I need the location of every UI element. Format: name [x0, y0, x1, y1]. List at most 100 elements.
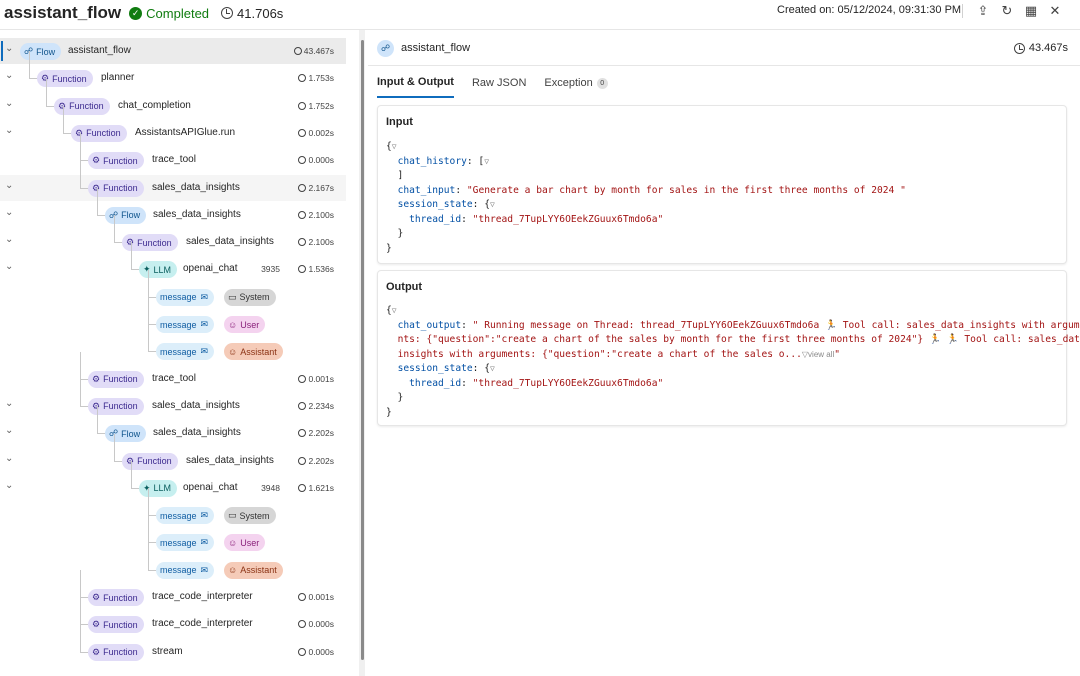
tree-row[interactable]: ⌄ ✦ LLM openai_chat 3948 1.621s: [0, 460, 346, 501]
tab-raw-json[interactable]: Raw JSON: [472, 76, 526, 98]
chevron-down-icon[interactable]: ⌄: [5, 207, 15, 218]
check-circle-icon: ✓: [129, 6, 143, 20]
clock-icon: [298, 238, 307, 247]
duration-text: 2.202s: [308, 455, 334, 466]
tree-row[interactable]: message ✉ ▭ System: [0, 269, 346, 310]
llm-icon: ✦: [143, 482, 151, 493]
mail-icon: ✉: [200, 346, 209, 357]
clock-icon: [298, 265, 307, 274]
chevron-down-icon[interactable]: ⌄: [5, 480, 15, 491]
duration-text: 0.000s: [308, 646, 334, 657]
output-json: {▽ chat_output: " Running message on Thr…: [386, 304, 1080, 420]
chevron-down-icon[interactable]: ⌄: [5, 125, 15, 136]
clock-icon: [298, 374, 307, 383]
tree-row[interactable]: ⚙ Function trace_tool 0.000s: [0, 133, 346, 173]
clock-icon: [1013, 42, 1025, 54]
node-duration: 2.202s: [298, 456, 334, 466]
chevron-down-icon[interactable]: ⌄: [5, 453, 15, 464]
chevron-down-icon[interactable]: ⌄: [5, 262, 15, 272]
selection-indicator: [1, 41, 3, 61]
clock-icon: [298, 429, 307, 438]
collapse-chevron-icon[interactable]: ▽: [490, 364, 495, 373]
tree-row[interactable]: message ✉ ▭ System: [0, 488, 346, 528]
json-value: "thread_7TupLYY6OEekZGuux6Tmdo6a": [472, 377, 664, 389]
chevron-down-icon[interactable]: ⌄: [5, 426, 15, 436]
collapse-chevron-icon[interactable]: ▽: [392, 142, 397, 151]
duration-text: 2.100s: [308, 209, 334, 220]
duration-text: 1.753s: [308, 73, 334, 84]
tree-connector: [148, 515, 149, 544]
tree-row[interactable]: ⌄⚙Functionsales_data_insights2.100s: [0, 215, 346, 255]
tree-row[interactable]: ⌄⚙FunctionAssistantsAPIGlue.run0.002s: [0, 105, 346, 146]
node-duration: 0.000s: [298, 155, 334, 165]
tree-row[interactable]: message ✉ ☺ Assistant: [0, 542, 346, 583]
collapse-chevron-icon[interactable]: ▽: [490, 200, 495, 209]
tree-row[interactable]: ⌄ ☍Flow assistant_flow 43.467s: [0, 38, 346, 64]
tree-row[interactable]: ⌄ ✦ LLM openai_chat 3935 1.536s: [0, 242, 346, 282]
tree-connector: [46, 78, 47, 107]
function-icon: ⚙: [92, 592, 101, 602]
tree-row[interactable]: ⌄ ☍Flow sales_data_insights 2.100s: [0, 187, 346, 228]
node-name: trace_code_interpreter: [152, 618, 253, 630]
mail-icon: ✉: [200, 537, 209, 548]
tree-row[interactable]: ⚙ Function trace_tool 0.001s: [0, 351, 346, 392]
type-label: Function: [103, 647, 138, 658]
mail-icon: ✉: [200, 564, 209, 575]
node-duration: 0.002s: [298, 128, 334, 138]
tree-row[interactable]: message ✉ ☺ Assistant: [0, 324, 346, 364]
tab-exception[interactable]: Exception 0: [544, 76, 608, 98]
refresh-icon[interactable]: ↻: [996, 2, 1018, 20]
tree-row[interactable]: ⌄ ☍Flow sales_data_insights 2.202s: [0, 406, 346, 446]
tree-row[interactable]: ⌄⚙Functionsales_data_insights2.202s: [0, 433, 346, 474]
function-type-badge: ⚙Function: [88, 616, 144, 634]
tree-row[interactable]: ⌄⚙Functionsales_data_insights2.234s: [0, 378, 346, 419]
duration-text: 2.167s: [308, 182, 334, 193]
llm-icon: ✦: [143, 264, 151, 275]
clock-icon: [298, 210, 307, 219]
node-duration: 2.234s: [298, 401, 334, 411]
node-name: sales_data_insights: [186, 454, 274, 466]
collapse-chevron-icon[interactable]: ▽: [392, 306, 397, 315]
tree-connector: [97, 406, 98, 435]
chevron-down-icon[interactable]: ⌄: [5, 44, 15, 54]
chevron-down-icon[interactable]: ⌄: [5, 98, 15, 109]
chevron-down-icon[interactable]: ⌄: [5, 180, 15, 191]
tree-row[interactable]: message ✉ ☺ User: [0, 297, 346, 337]
tree-connector: [131, 460, 132, 489]
share-icon[interactable]: ⇪: [972, 2, 994, 20]
tab-input-output[interactable]: Input & Output: [377, 76, 454, 98]
tree-row[interactable]: ⌄⚙Functionsales_data_insights2.167s: [0, 160, 346, 201]
type-label: Function: [86, 128, 121, 139]
clock-icon: [298, 101, 307, 110]
tree-row[interactable]: ⌄⚙Functionchat_completion1.752s: [0, 78, 346, 119]
chevron-down-icon[interactable]: ⌄: [5, 398, 15, 409]
trace-tree: ⌄☍Flowassistant_flow43.467s⌄⚙Functionpla…: [0, 38, 358, 676]
tree-row[interactable]: ⚙ Function stream 0.000s: [0, 624, 346, 665]
node-duration: 1.536s: [298, 264, 334, 274]
chevron-down-icon[interactable]: ⌄: [5, 71, 15, 81]
tree-row[interactable]: message ✉ ☺ User: [0, 515, 346, 555]
tree-row[interactable]: ⚙ Function trace_code_interpreter 0.001s: [0, 570, 346, 610]
function-icon: ⚙: [92, 619, 101, 630]
person-icon: ☺: [228, 565, 238, 576]
node-name: openai_chat: [183, 481, 238, 493]
tree-connector: [80, 597, 81, 626]
type-label: Function: [103, 183, 138, 193]
scrollbar-thumb[interactable]: [361, 40, 364, 660]
tab-label: Exception: [544, 77, 593, 89]
tree-row[interactable]: ⌄⚙Functionplanner1.753s: [0, 51, 346, 91]
chevron-down-icon[interactable]: ⌄: [5, 235, 15, 245]
tree-connector: [97, 187, 98, 216]
close-icon[interactable]: ✕: [1044, 2, 1066, 20]
view-all-link[interactable]: ▽view all: [802, 350, 834, 359]
json-key: thread_id: [409, 377, 462, 389]
duration-text: 0.001s: [308, 373, 334, 384]
duration-text: 2.100s: [308, 237, 334, 248]
layout-icon[interactable]: ▦: [1020, 2, 1042, 20]
node-name: sales_data_insights: [153, 208, 241, 220]
output-card: Output {▽ chat_output: " Running message…: [377, 270, 1080, 426]
collapse-chevron-icon[interactable]: ▽: [484, 157, 489, 166]
duration-text: 0.000s: [308, 619, 334, 630]
tree-connector: [148, 488, 149, 517]
tree-row[interactable]: ⚙ Function trace_code_interpreter 0.000s: [0, 597, 346, 637]
